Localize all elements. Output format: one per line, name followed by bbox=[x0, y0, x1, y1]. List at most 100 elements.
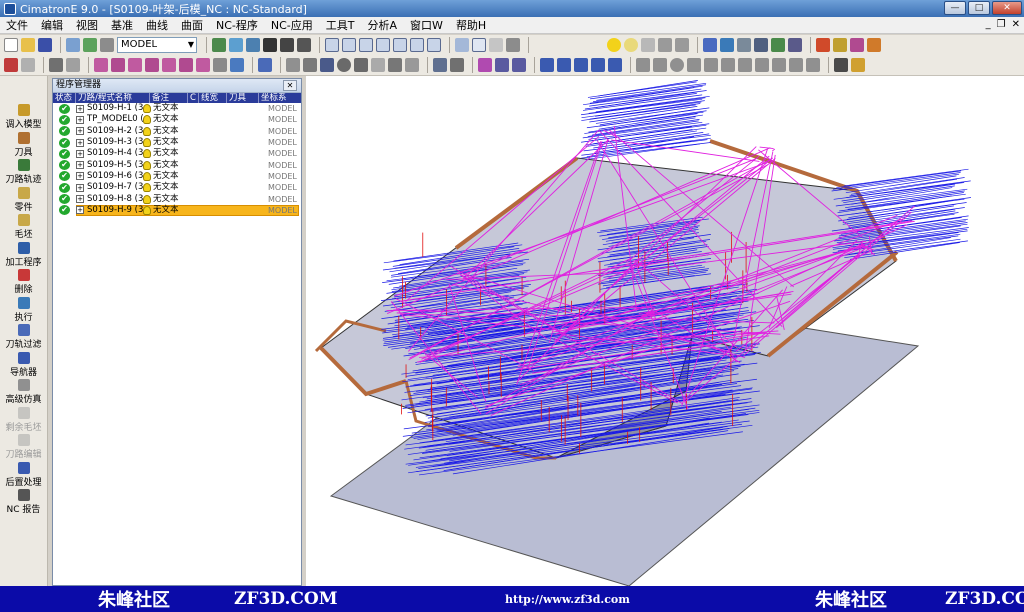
expand-icon[interactable]: + bbox=[76, 104, 84, 113]
transform-icon[interactable] bbox=[806, 58, 820, 72]
zoom-icon[interactable] bbox=[263, 38, 277, 52]
expand-icon[interactable]: + bbox=[76, 195, 84, 204]
light-bulb-icon[interactable] bbox=[143, 205, 151, 215]
measure-icon[interactable] bbox=[433, 58, 447, 72]
table-row[interactable]: ✔ +S0109-H-7 (3X) 无文本 MODEL bbox=[53, 182, 301, 193]
light-bulb-icon[interactable] bbox=[143, 126, 151, 136]
light-bulb-icon[interactable] bbox=[143, 115, 151, 125]
pan-icon[interactable] bbox=[280, 38, 294, 52]
light-bulb-icon[interactable] bbox=[143, 138, 151, 148]
light-bulb-icon[interactable] bbox=[143, 171, 151, 181]
minimize-button[interactable]: — bbox=[944, 1, 966, 15]
menu-datum[interactable]: 基准 bbox=[111, 17, 133, 33]
sketch-icon[interactable] bbox=[258, 58, 272, 72]
table-row[interactable]: ✔ +S0109-H-5 (3X) 无文本 MODEL bbox=[53, 159, 301, 171]
axis-icon[interactable] bbox=[687, 58, 701, 72]
col-name[interactable]: 刀路/程式名称 bbox=[76, 93, 150, 103]
analyze-icon[interactable] bbox=[478, 58, 492, 72]
spline-icon[interactable] bbox=[405, 58, 419, 72]
annotate-icon[interactable] bbox=[450, 58, 464, 72]
light-bulb-icon[interactable] bbox=[143, 149, 151, 159]
table-row[interactable]: ✔ +S0109-H-6 (3X) 无文本 MODEL bbox=[53, 171, 301, 182]
light-bulb-icon[interactable] bbox=[143, 160, 151, 170]
color-icon[interactable] bbox=[816, 38, 830, 52]
sidebar-item-2[interactable]: 刀路轨迹 bbox=[0, 159, 47, 186]
coordinate-icon[interactable] bbox=[100, 38, 114, 52]
sidebar-item-14[interactable]: NC 报告 bbox=[0, 489, 47, 516]
menu-help[interactable]: 帮助H bbox=[456, 17, 486, 33]
sidebar-item-3[interactable]: 零件 bbox=[0, 186, 47, 214]
view-back-icon[interactable] bbox=[410, 38, 424, 52]
array-icon[interactable] bbox=[512, 58, 526, 72]
vector-icon[interactable] bbox=[721, 58, 735, 72]
new-file-icon[interactable] bbox=[4, 38, 18, 52]
menu-window[interactable]: 窗口W bbox=[410, 17, 443, 33]
circle-icon[interactable] bbox=[337, 58, 351, 72]
link-icon[interactable] bbox=[591, 58, 605, 72]
table-row[interactable]: ✔ +S0109-H-2 (3X) 无文本 MODEL bbox=[53, 126, 301, 137]
menu-nc-program[interactable]: NC-程序 bbox=[216, 17, 258, 33]
menu-analysis[interactable]: 分析A bbox=[368, 17, 398, 33]
constraint-icon[interactable] bbox=[772, 58, 786, 72]
view-iso-icon[interactable] bbox=[325, 38, 339, 52]
grid-icon[interactable] bbox=[788, 38, 802, 52]
zoom-window-icon[interactable] bbox=[229, 38, 243, 52]
table-row[interactable]: ✔ +S0109-H-8 (3X) 无文本 MODEL bbox=[53, 193, 301, 205]
sidebar-item-8[interactable]: 刀轨过滤 bbox=[0, 324, 47, 351]
col-c[interactable]: C bbox=[188, 93, 199, 103]
table-row[interactable]: ✔ +S0109-H-3 (3X) 无文本 MODEL bbox=[53, 137, 301, 148]
sidebar-item-0[interactable]: 调入模型 bbox=[0, 104, 47, 131]
ruler-icon[interactable] bbox=[636, 58, 650, 72]
offset-icon[interactable] bbox=[162, 58, 176, 72]
refresh-icon[interactable] bbox=[83, 38, 97, 52]
select-icon[interactable] bbox=[720, 38, 734, 52]
expand-icon[interactable]: + bbox=[76, 161, 84, 170]
menu-surface[interactable]: 曲面 bbox=[181, 17, 203, 33]
grid-snap-icon[interactable] bbox=[755, 58, 769, 72]
surface-tool-icon[interactable] bbox=[111, 58, 125, 72]
col-note[interactable]: 备注 bbox=[150, 93, 188, 103]
mdi-restore-icon[interactable]: ❐ bbox=[997, 19, 1006, 30]
brush-icon[interactable] bbox=[850, 38, 864, 52]
line-icon[interactable] bbox=[371, 58, 385, 72]
pencil-icon[interactable] bbox=[653, 58, 667, 72]
arrow-right-icon[interactable] bbox=[675, 38, 689, 52]
shade-icon[interactable] bbox=[455, 38, 469, 52]
origin-icon[interactable] bbox=[851, 58, 865, 72]
expand-icon[interactable]: + bbox=[76, 206, 84, 215]
cube-icon[interactable] bbox=[286, 58, 300, 72]
layer-icon[interactable] bbox=[737, 38, 751, 52]
rotate-icon[interactable] bbox=[297, 38, 311, 52]
close-button[interactable]: ✕ bbox=[992, 1, 1022, 15]
trim-icon[interactable] bbox=[128, 58, 142, 72]
table-row[interactable]: ✔ +S0109-H-4 (3X) 无文本 MODEL bbox=[53, 148, 301, 159]
snap-icon[interactable] bbox=[738, 58, 752, 72]
graphics-viewport[interactable] bbox=[306, 76, 1024, 586]
open-folder-icon[interactable] bbox=[21, 38, 35, 52]
light-bulb-icon[interactable] bbox=[143, 183, 151, 193]
panel-close-button[interactable]: ✕ bbox=[283, 80, 297, 91]
menu-view[interactable]: 视图 bbox=[76, 17, 98, 33]
expand-icon[interactable]: + bbox=[76, 172, 84, 181]
menu-tools[interactable]: 工具T bbox=[326, 17, 355, 33]
sidebar-item-9[interactable]: 导航器 bbox=[0, 351, 47, 379]
expand-icon[interactable]: + bbox=[76, 127, 84, 136]
extend-icon[interactable] bbox=[145, 58, 159, 72]
dim-icon[interactable] bbox=[789, 58, 803, 72]
view-front-icon[interactable] bbox=[342, 38, 356, 52]
view-right-icon[interactable] bbox=[376, 38, 390, 52]
point-icon[interactable] bbox=[354, 58, 368, 72]
expand-icon[interactable]: + bbox=[76, 115, 84, 124]
list-icon[interactable] bbox=[754, 38, 768, 52]
plane-icon[interactable] bbox=[704, 58, 718, 72]
sidebar-item-6[interactable]: 删除 bbox=[0, 269, 47, 296]
zoom-area-icon[interactable] bbox=[246, 38, 260, 52]
sidebar-item-5[interactable]: 加工程序 bbox=[0, 241, 47, 269]
col-tool[interactable]: 刀具 bbox=[227, 93, 259, 103]
hand-icon[interactable] bbox=[641, 38, 655, 52]
expand-icon[interactable]: + bbox=[76, 138, 84, 147]
fillet-icon[interactable] bbox=[196, 58, 210, 72]
menu-curve[interactable]: 曲线 bbox=[146, 17, 168, 33]
hidden-line-icon[interactable] bbox=[489, 38, 503, 52]
light-bulb-icon[interactable] bbox=[143, 104, 151, 114]
